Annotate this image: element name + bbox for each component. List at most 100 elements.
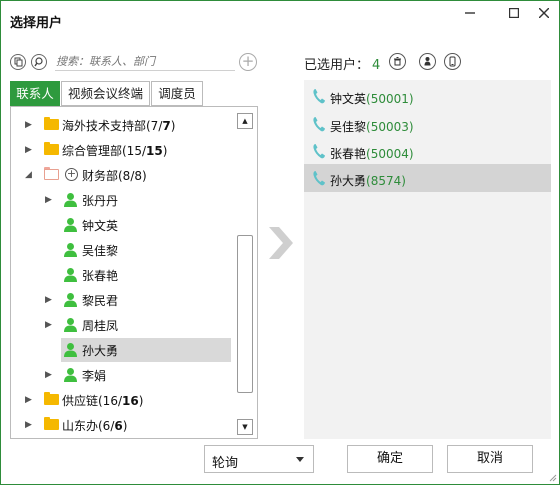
selected-user-id: (8574) bbox=[366, 174, 406, 188]
selected-user-item[interactable]: 钟文英(50001) bbox=[304, 82, 551, 110]
tree-node-person[interactable]: ▶ 黎民君 bbox=[11, 288, 233, 312]
tree-node-person[interactable]: ▶ 张丹丹 bbox=[11, 188, 233, 212]
close-button[interactable] bbox=[527, 3, 560, 27]
tree-node-person[interactable]: 吴佳黎 bbox=[11, 238, 233, 262]
maximize-button[interactable] bbox=[497, 3, 531, 27]
chevron-right-icon[interactable] bbox=[267, 227, 293, 259]
tree-node-label: 海外技术支持部(7/ bbox=[62, 119, 163, 133]
tab-video-terminals[interactable]: 视频会议终端 bbox=[61, 81, 150, 106]
tree-node-label: 供应链(16/ bbox=[62, 394, 122, 408]
selected-user-item[interactable]: 张春艳(50004) bbox=[304, 137, 551, 165]
add-button[interactable]: + bbox=[239, 53, 257, 71]
minimize-button[interactable] bbox=[453, 3, 487, 27]
tree-node-label: 周桂凤 bbox=[82, 319, 119, 333]
selected-user-item-active[interactable]: 孙大勇(8574) bbox=[304, 164, 551, 192]
tree-node-tail: ) bbox=[138, 394, 144, 408]
tree-node-label: 李娟 bbox=[82, 369, 107, 383]
tree-node-folder[interactable]: ▶ 供应链(16/16) bbox=[11, 388, 233, 412]
mobile-phone-icon bbox=[449, 56, 456, 67]
tree-node-count: 15 bbox=[146, 144, 163, 158]
collapse-arrow-icon[interactable]: ◢ bbox=[25, 170, 35, 180]
person-icon bbox=[424, 57, 431, 66]
expand-arrow-icon[interactable]: ▶ bbox=[25, 120, 35, 130]
selected-user-name: 吴佳黎 bbox=[330, 120, 367, 134]
add-circle-icon[interactable]: + bbox=[65, 168, 78, 181]
collapse-all-button[interactable] bbox=[10, 54, 26, 70]
tree-node-label: 张丹丹 bbox=[82, 194, 119, 208]
tree-node-label: 财务部(8/8) bbox=[82, 169, 147, 183]
selected-user-name: 钟文英 bbox=[330, 92, 367, 106]
user-icon bbox=[64, 193, 77, 207]
expand-arrow-icon[interactable]: ▶ bbox=[25, 145, 35, 155]
tree-node-tail: ) bbox=[162, 144, 168, 158]
scroll-thumb[interactable] bbox=[237, 235, 253, 393]
tree-node-label: 吴佳黎 bbox=[82, 244, 119, 258]
folder-icon bbox=[44, 417, 59, 430]
expand-arrow-icon[interactable]: ▶ bbox=[45, 195, 55, 205]
tree-node-count: 7 bbox=[162, 119, 171, 133]
selected-users-header: 已选用户： 4 bbox=[304, 54, 380, 73]
search-icon bbox=[34, 57, 43, 67]
user-icon bbox=[64, 268, 77, 282]
tree-node-label: 钟文英 bbox=[82, 219, 119, 233]
tree-node-label: 综合管理部(15/ bbox=[62, 144, 146, 158]
tree-node-person[interactable]: 钟文英 bbox=[11, 213, 233, 237]
tree-node-person-selected[interactable]: 孙大勇 bbox=[61, 338, 231, 362]
tree-node-person[interactable]: 张春艳 bbox=[11, 263, 233, 287]
phone-icon bbox=[313, 171, 325, 186]
user-filter-button[interactable] bbox=[419, 53, 436, 70]
selected-users-list: 钟文英(50001) 吴佳黎(50003) 张春艳(50004) 孙大勇(857… bbox=[304, 80, 551, 439]
tree-node-person[interactable]: ▶ 周桂凤 bbox=[11, 313, 233, 337]
chevron-down-icon bbox=[296, 457, 304, 462]
user-icon bbox=[64, 293, 77, 307]
tree-node-count: 16 bbox=[122, 394, 139, 408]
expand-arrow-icon[interactable]: ▶ bbox=[45, 295, 55, 305]
contact-tree: ▶ 海外技术支持部(7/7) ▶ 综合管理部(15/15) ◢ + 财务部(8/… bbox=[10, 106, 258, 439]
user-icon bbox=[64, 343, 77, 357]
trash-icon bbox=[394, 57, 401, 66]
confirm-button[interactable]: 确定 bbox=[347, 445, 433, 473]
selected-users-count: 4 bbox=[372, 58, 381, 73]
tree-node-folder[interactable]: ▶ 海外技术支持部(7/7) bbox=[11, 113, 233, 137]
expand-arrow-icon[interactable]: ▶ bbox=[45, 370, 55, 380]
tree-node-folder-open[interactable]: ◢ + 财务部(8/8) bbox=[11, 163, 233, 187]
folder-icon bbox=[44, 117, 59, 130]
tree-node-folder[interactable]: ▶ 综合管理部(15/15) bbox=[11, 138, 233, 162]
folder-icon bbox=[44, 392, 59, 405]
minimize-icon bbox=[465, 12, 475, 14]
open-folder-icon bbox=[44, 167, 59, 180]
tab-dispatchers[interactable]: 调度员 bbox=[151, 81, 203, 106]
mode-select[interactable]: 轮询 bbox=[204, 445, 314, 473]
mobile-filter-button[interactable] bbox=[444, 53, 461, 70]
user-icon bbox=[64, 318, 77, 332]
selected-user-item[interactable]: 吴佳黎(50003) bbox=[304, 110, 551, 138]
tree-node-tail: ) bbox=[170, 119, 176, 133]
search-button[interactable] bbox=[31, 54, 47, 70]
tree-node-label: 山东办(6/ bbox=[62, 419, 115, 433]
selected-user-id: (50001) bbox=[366, 92, 414, 106]
expand-arrow-icon[interactable]: ▶ bbox=[25, 420, 35, 430]
selected-user-id: (50004) bbox=[366, 147, 414, 161]
scroll-up-button[interactable]: ▲ bbox=[237, 113, 253, 129]
search-input[interactable] bbox=[55, 53, 235, 71]
title-bar: 选择用户 bbox=[1, 1, 559, 37]
user-icon bbox=[64, 243, 77, 257]
tree-node-count: 6 bbox=[114, 419, 123, 433]
phone-icon bbox=[313, 144, 325, 159]
phone-icon bbox=[313, 117, 325, 132]
expand-arrow-icon[interactable]: ▶ bbox=[45, 320, 55, 330]
tree-node-folder[interactable]: ▶ 山东办(6/6) bbox=[11, 413, 233, 437]
expand-arrow-icon[interactable]: ▶ bbox=[25, 395, 35, 405]
tree-node-person[interactable]: ▶ 李娟 bbox=[11, 363, 233, 387]
scroll-down-button[interactable]: ▼ bbox=[237, 419, 253, 435]
tab-contacts[interactable]: 联系人 bbox=[10, 81, 60, 106]
cancel-button[interactable]: 取消 bbox=[447, 445, 533, 473]
close-icon bbox=[538, 7, 550, 19]
user-icon bbox=[64, 218, 77, 232]
tree-node-label: 孙大勇 bbox=[82, 344, 119, 358]
resize-grip-icon[interactable] bbox=[547, 472, 557, 482]
tree-scrollbar[interactable]: ▲ ▼ bbox=[235, 109, 255, 437]
selected-users-label: 已选用户： bbox=[304, 58, 370, 73]
clear-button[interactable] bbox=[389, 53, 406, 70]
tree-node-tail: ) bbox=[122, 419, 128, 433]
